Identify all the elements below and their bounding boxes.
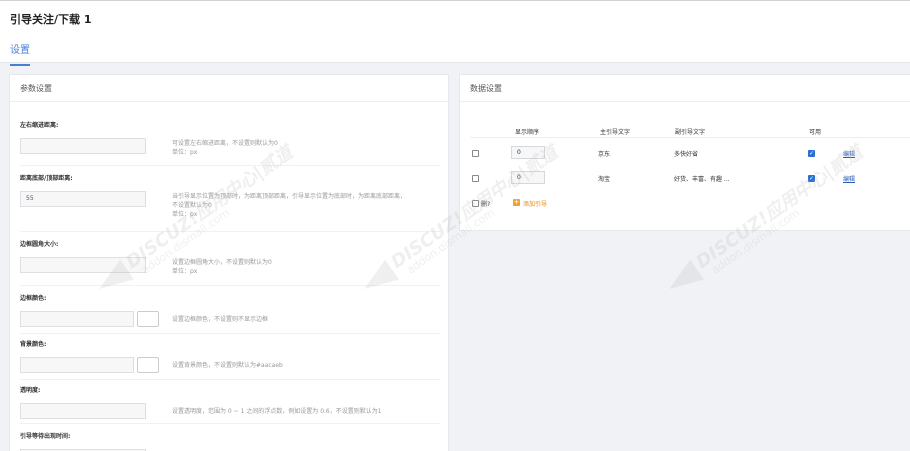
column-header-main-text: 主引导文字 (600, 129, 631, 136)
border-color-picker-button[interactable] (137, 311, 159, 327)
indent-input[interactable] (20, 138, 146, 154)
column-header-enabled: 可用 (809, 129, 822, 136)
delete-label: 删? (481, 201, 491, 208)
add-guide-link[interactable]: 添加引导 (523, 199, 547, 208)
field-label-wait-time: 引导等待出现时间: (20, 433, 71, 440)
data-panel-title: 数据设置 (460, 75, 910, 102)
opacity-input[interactable] (20, 403, 146, 419)
main-text-cell: 淘宝 (598, 176, 611, 183)
watermark-arrow-icon (662, 259, 704, 299)
bg-color-input[interactable] (20, 357, 134, 373)
divider (20, 333, 440, 334)
border-color-input[interactable] (20, 311, 134, 327)
edit-link[interactable]: 编辑 (843, 174, 855, 183)
add-icon[interactable]: + (513, 199, 520, 206)
field-label-border-color: 边框颜色: (20, 295, 47, 302)
row-select-checkbox[interactable] (472, 150, 479, 157)
bg-color-picker-button[interactable] (137, 357, 159, 373)
tab-settings[interactable]: 设置 (10, 41, 30, 66)
radius-input[interactable] (20, 257, 146, 273)
divider (20, 285, 440, 286)
field-label-opacity: 透明度: (20, 387, 41, 394)
divider (20, 423, 440, 424)
data-panel: 数据设置 显示顺序 主引导文字 副引导文字 可用 0 京东 多快好省 ✓ 编辑 … (459, 74, 910, 231)
sub-text-cell: 好货、丰富、有趣 ... (674, 176, 730, 183)
offset-hint: 当引导显示位置为顶部时，为距离顶部距离，引导显示位置为底部时，为距离底部距离， … (172, 193, 407, 218)
field-label-indent: 左右缩进距离: (20, 122, 59, 129)
divider (20, 379, 440, 380)
top-bar: 引导关注/下载 1 设置 (0, 0, 910, 66)
column-header-sub-text: 副引导文字 (675, 129, 706, 136)
divider (20, 165, 440, 166)
offset-input[interactable]: 55 (20, 191, 146, 207)
params-panel-title: 参数设置 (10, 75, 448, 102)
column-header-order: 显示顺序 (515, 129, 540, 136)
indent-hint: 可设置左右缩进距离，不设置则默认为0 单位：px (172, 140, 278, 156)
opacity-hint: 设置透明度，范围为 0 ~ 1 之间的浮点数，例如设置为 0.6，不设置则默认为… (172, 408, 382, 415)
field-label-offset: 距离底部/顶部距离: (20, 175, 73, 182)
divider (20, 231, 440, 232)
delete-checkbox[interactable] (472, 200, 479, 207)
order-input[interactable]: 0 (511, 146, 545, 159)
enabled-checkbox[interactable]: ✓ (808, 150, 815, 157)
params-panel: 参数设置 左右缩进距离: 可设置左右缩进距离，不设置则默认为0 单位：px 距离… (9, 74, 449, 451)
row-select-checkbox[interactable] (472, 175, 479, 182)
table-header: 显示顺序 主引导文字 副引导文字 可用 (470, 126, 910, 138)
order-input[interactable]: 0 (511, 171, 545, 184)
sub-text-cell: 多快好省 (674, 151, 699, 158)
enabled-checkbox[interactable]: ✓ (808, 175, 815, 182)
edit-link[interactable]: 编辑 (843, 149, 855, 158)
radius-hint: 设置边框圆角大小，不设置则默认为0 单位：px (172, 259, 272, 275)
field-label-radius: 边框圆角大小: (20, 241, 59, 248)
field-label-bg-color: 背景颜色: (20, 341, 47, 348)
page-title: 引导关注/下载 1 (10, 13, 92, 26)
bg-color-hint: 设置背景颜色，不设置则默认为#aacaeb (172, 362, 283, 369)
border-color-hint: 设置边框颜色，不设置则不显示边框 (172, 316, 269, 323)
main-text-cell: 京东 (598, 151, 611, 158)
